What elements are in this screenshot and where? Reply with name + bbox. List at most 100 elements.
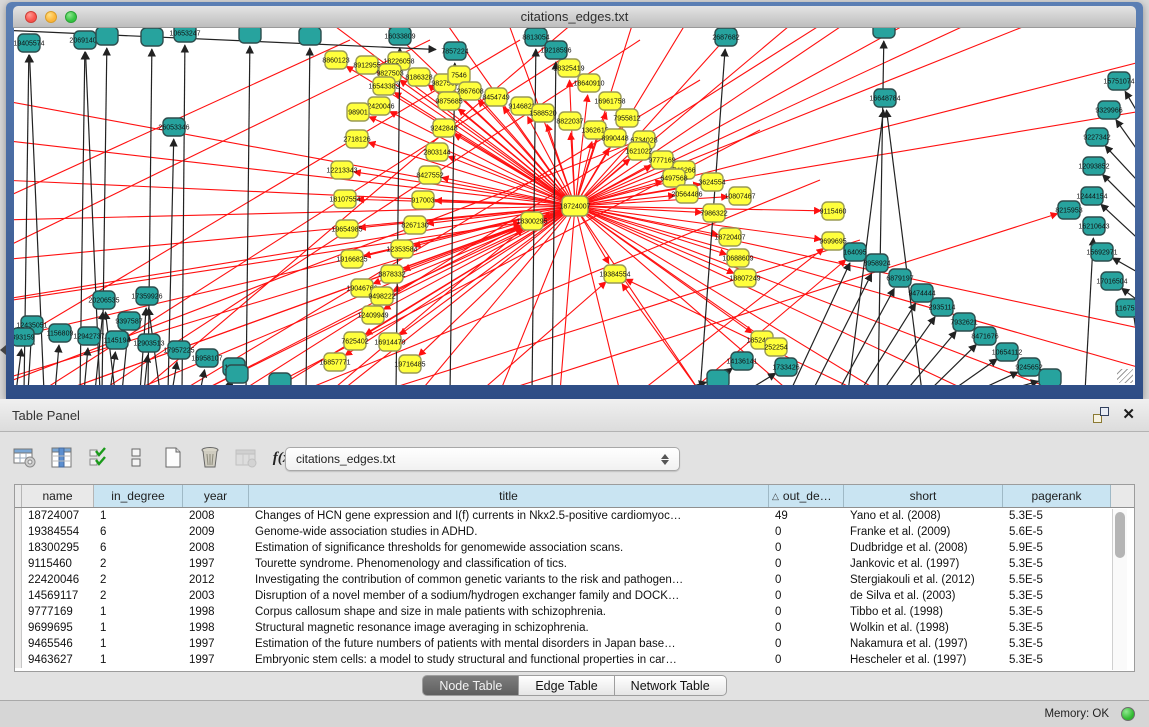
column-header-year[interactable]: year [183,485,249,507]
cell-name: 9699695 [22,620,94,636]
cell-out_degree: 0 [769,652,844,668]
graph-node-label: 15692971 [1086,250,1117,257]
graph-node-label: 18640910 [573,81,604,88]
graph-node-label: 7932621 [950,320,977,327]
graph-node-label: 10653247 [169,31,200,38]
graph-node-label: 1733426 [772,365,799,372]
table-row[interactable]: 1830029562008Estimation of significance … [15,540,1134,556]
tab-node-table[interactable]: Node Table [422,675,519,696]
black-edge [55,345,59,385]
graph-node-label: 10654112 [992,350,1023,357]
column-header-pagerank[interactable]: pagerank [1003,485,1111,507]
import-table-button-disabled [232,444,262,472]
graph-node[interactable] [299,28,321,45]
cell-in_degree: 1 [94,604,183,620]
black-edge [450,63,455,385]
vertical-scrollbar[interactable] [1112,509,1127,670]
cell-rowstrip [15,636,22,652]
table-panel-title: Table Panel [12,408,80,423]
graph-node-label: 2687682 [712,35,739,42]
show-columns-button[interactable] [47,444,77,472]
cell-name: 9465546 [22,636,94,652]
table-row[interactable]: 977716911998Corpus callosum shape and si… [15,604,1134,620]
graph-node-label: 9474444 [908,291,935,298]
table-row[interactable]: 1938455462009Genome-wide association stu… [15,524,1134,540]
graph-node[interactable] [141,28,163,46]
cell-year: 1997 [183,556,249,572]
cell-short: de Silva et al. (2003) [844,588,1003,604]
delete-column-button[interactable] [195,444,225,472]
graph-node-label: 12409949 [357,313,388,320]
table-row[interactable]: 946554611997Estimation of the future num… [15,636,1134,652]
close-panel-icon[interactable]: ✕ [1122,405,1135,423]
graph-node-label: 8860123 [322,58,349,65]
graph-node[interactable] [96,28,118,45]
cell-year: 2009 [183,524,249,540]
graph-node[interactable] [269,373,291,385]
cell-in_degree: 1 [94,508,183,524]
graph-node-label: 8267130 [401,223,428,230]
graph-node-label: 8990448 [601,136,628,143]
row-height-button[interactable] [121,444,151,472]
column-header-name[interactable]: name [22,485,94,507]
scrollbar-thumb[interactable] [1115,512,1125,558]
table-row[interactable]: 1456911722003Disruption of a novel membe… [15,588,1134,604]
graph-node-label: 2718126 [343,137,370,144]
column-header-title[interactable]: title [249,485,769,507]
graph-node-label: 12903513 [133,341,164,348]
column-header-rowstrip[interactable] [15,485,22,507]
graph-node-label: 8215953 [1055,208,1082,215]
graph-node-label: 17016504 [1096,279,1127,286]
create-column-button[interactable] [158,444,188,472]
table-row[interactable]: 1872400712008Changes of HCN gene express… [15,508,1134,524]
cell-in_degree: 2 [94,556,183,572]
tab-network-table[interactable]: Network Table [615,675,727,696]
table-options-button[interactable] [10,444,40,472]
column-header-out_degree[interactable]: △out_de… [769,485,844,507]
graph-node-label: 14136141 [726,359,757,366]
black-edge [1125,91,1135,130]
cell-year: 1997 [183,636,249,652]
red-edge [560,206,575,385]
graph-node[interactable] [1039,369,1061,385]
panel-collapse-arrow-icon[interactable] [0,345,6,355]
column-header-in_degree[interactable]: in_degree [94,485,183,507]
graph-node-label: 19384554 [599,272,630,279]
table-row[interactable]: 911546021997Tourette syndrome. Phenomeno… [15,556,1134,572]
graph-node[interactable] [239,28,261,43]
tab-edge-table[interactable]: Edge Table [519,675,614,696]
table-row[interactable]: 2242004622012Investigating the contribut… [15,572,1134,588]
canvas-resize-grip[interactable] [1117,369,1133,383]
memory-ok-indicator[interactable] [1121,707,1135,721]
graph-node[interactable] [707,370,729,385]
graph-node[interactable] [226,365,248,383]
select-rows-button[interactable] [84,444,114,472]
red-edge [575,206,1135,330]
graph-node[interactable] [873,28,895,38]
cell-title: Disruption of a novel member of a sodium… [249,588,769,604]
table-row[interactable]: 946362711997Embryonic stem cells: a mode… [15,652,1134,668]
graph-node-label: 17359926 [131,294,162,301]
cell-pagerank: 5.3E-5 [1003,604,1111,620]
table-row[interactable]: 969969511998Structural magnetic resonanc… [15,620,1134,636]
cell-title: Corpus callosum shape and size in male p… [249,604,769,620]
cell-title: Estimation of the future numbers of pati… [249,636,769,652]
cell-in_degree: 1 [94,636,183,652]
window-titlebar[interactable]: citations_edges.txt [13,6,1136,28]
network-table-dropdown[interactable]: citations_edges.txt [285,447,680,471]
graph-node-label: 7625402 [341,339,368,346]
cell-name: 18300295 [22,540,94,556]
black-edge [838,289,894,385]
cell-title: Estimation of significance thresholds fo… [249,540,769,556]
float-panel-icon[interactable] [1093,407,1109,423]
cell-rowstrip [15,620,22,636]
cell-short: Franke et al. (2009) [844,524,1003,540]
cell-short: Wolkin et al. (1998) [844,620,1003,636]
column-header-short[interactable]: short [844,485,1003,507]
cell-out_degree: 0 [769,540,844,556]
cell-short: Yano et al. (2008) [844,508,1003,524]
graph-node-label: 7955812 [613,116,640,123]
graph-node-label: 6497568 [660,176,687,183]
network-canvas[interactable]: 1872400718300295193845548860123891295518… [14,28,1135,385]
graph-node-label: 9227342 [1083,135,1110,142]
